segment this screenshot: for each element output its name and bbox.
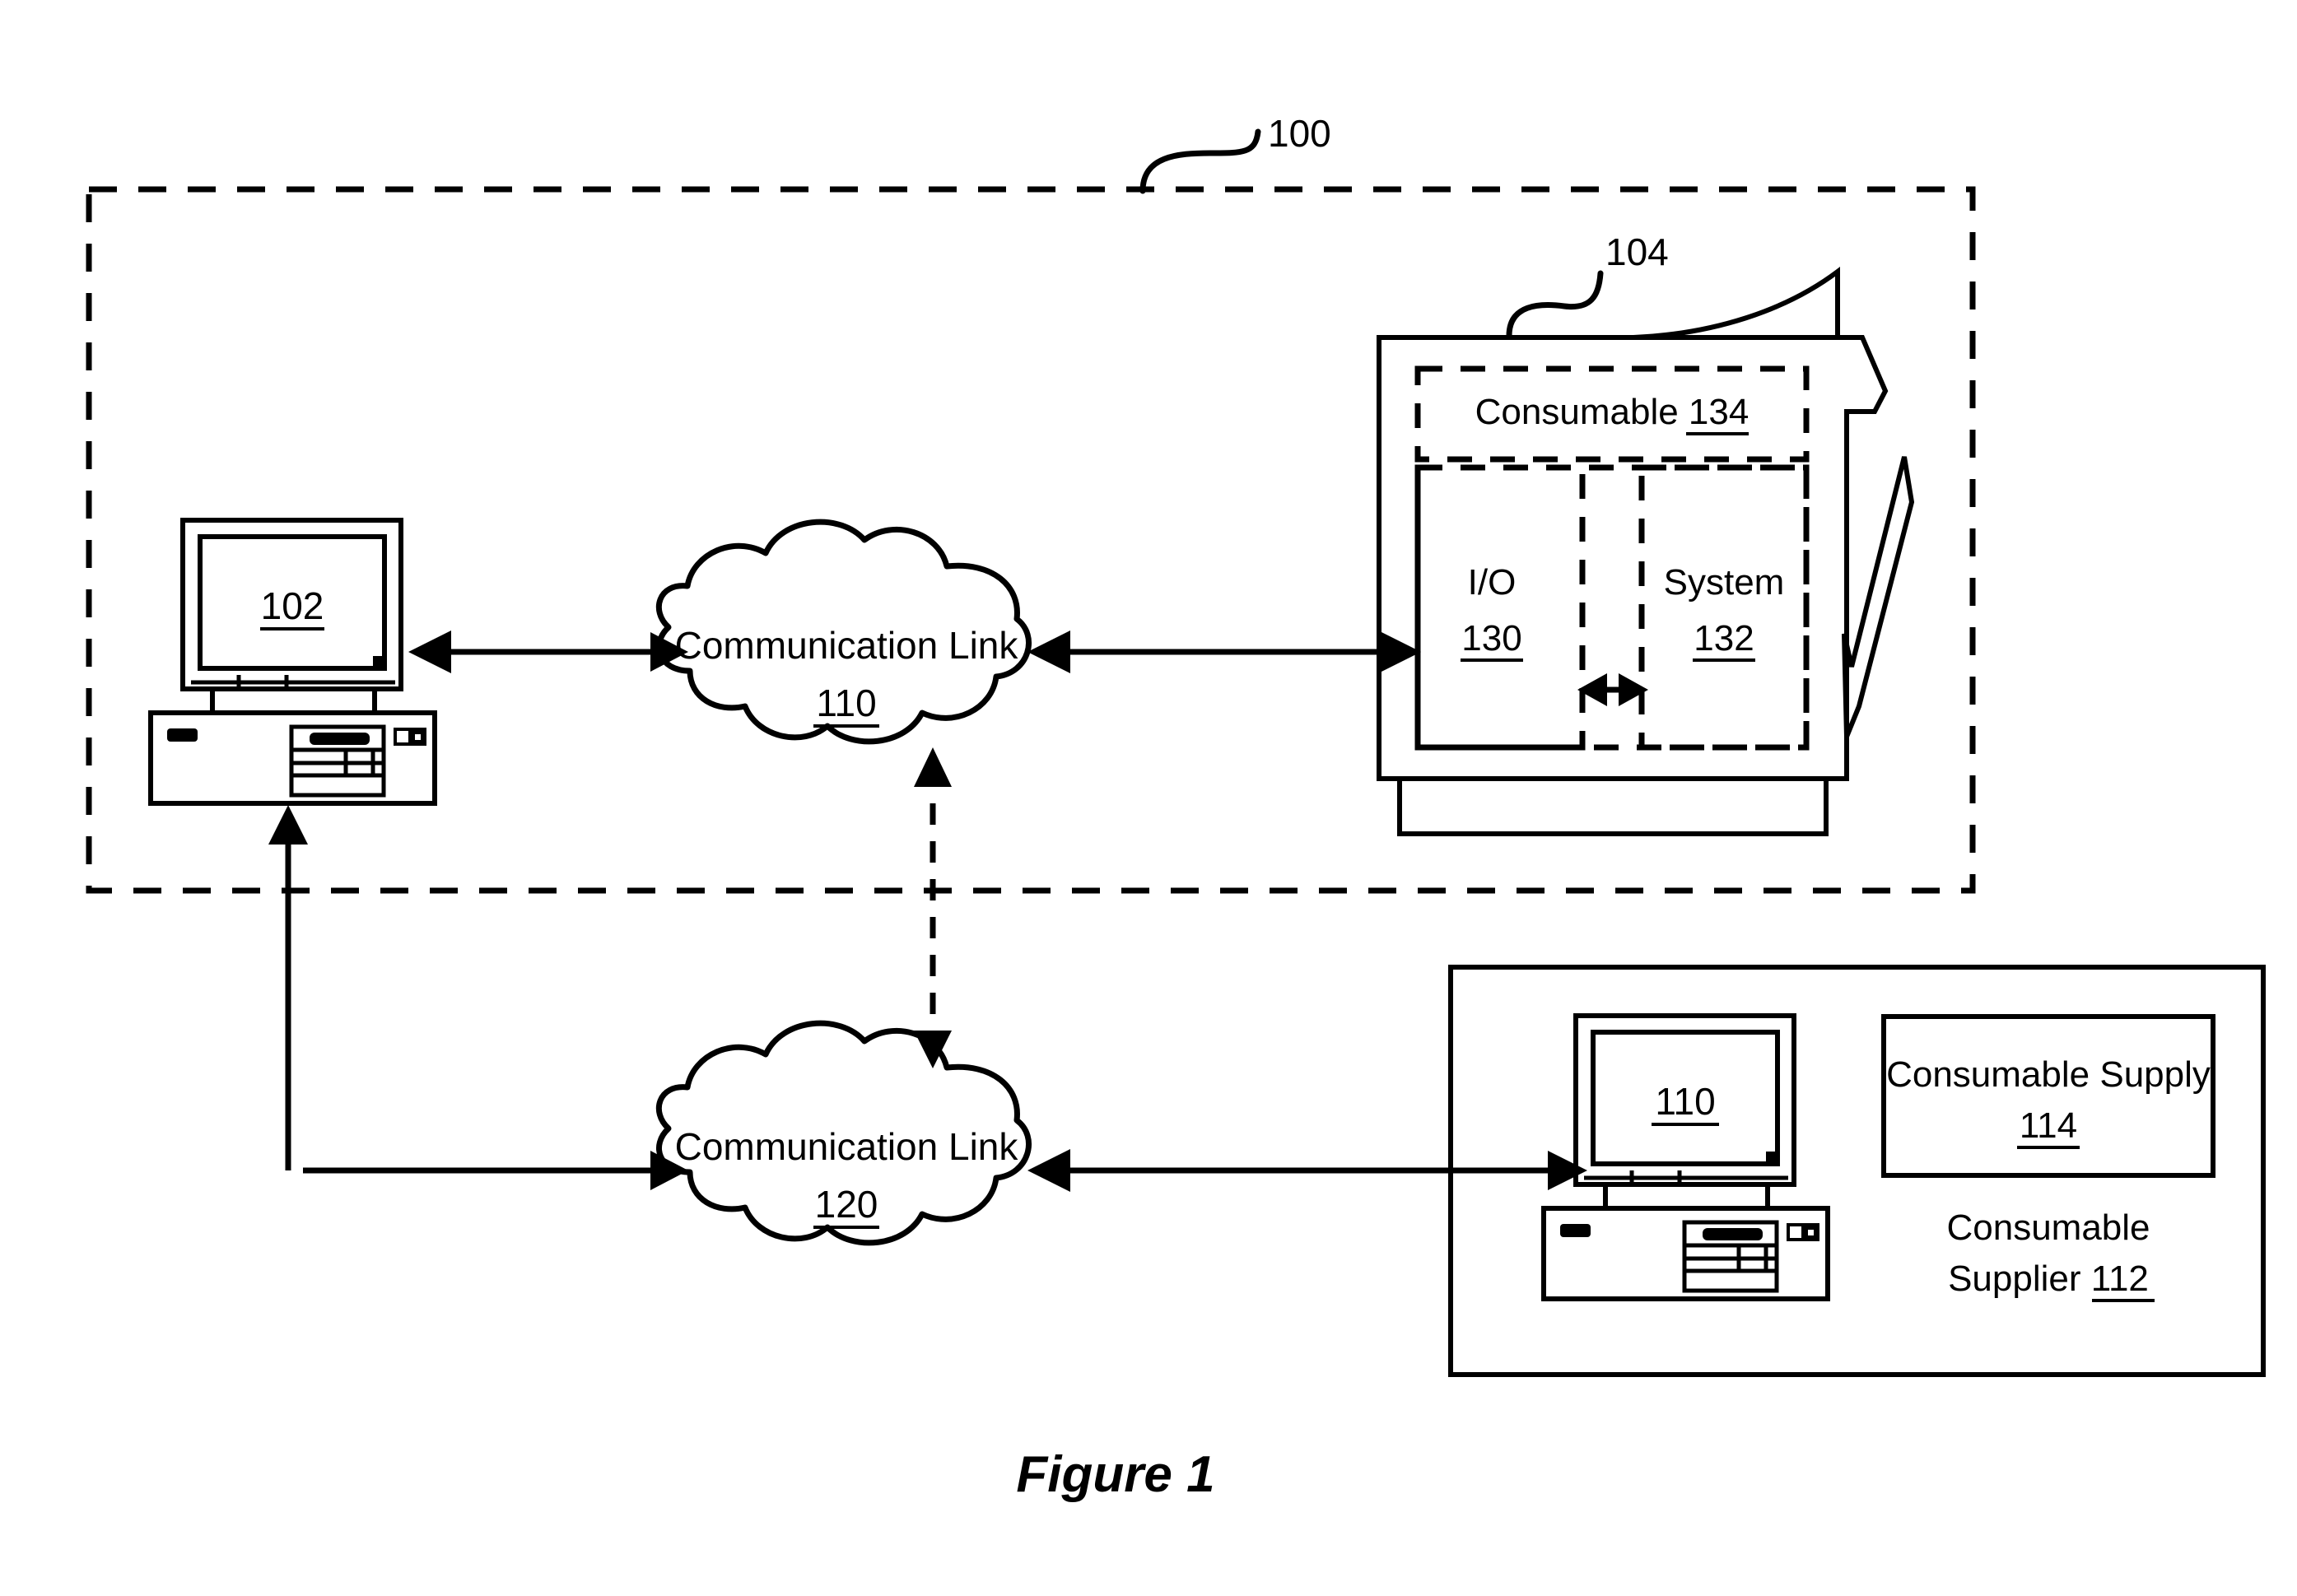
leader-line-104 — [1506, 270, 1604, 339]
workstation-screen-ref: 102 — [261, 584, 324, 627]
tower-badge — [167, 728, 198, 742]
tower-power-button — [397, 731, 408, 742]
arrowhead-up-to-cloud110 — [914, 747, 952, 787]
consumable-supply-box — [1881, 1014, 2215, 1178]
consumable-supplier-ref: 112 — [2091, 1259, 2149, 1299]
system-ref: 132 — [1694, 618, 1754, 658]
supplier-tower-reset-button — [1808, 1230, 1814, 1235]
supplier-tower-drive-lines — [1684, 1243, 1777, 1273]
system-label: System — [1664, 562, 1785, 603]
consumable-label-group: Consumable 134 — [1475, 392, 1750, 432]
supplier-monitor-stand — [1603, 1185, 1770, 1208]
consumable-supplier-name-line2-group: Supplier 112 — [1948, 1259, 2149, 1299]
monitor-power-led — [373, 656, 384, 667]
consumable-supplier-name-line2: Supplier — [1948, 1259, 2080, 1299]
system-ref-label: 100 — [1268, 112, 1331, 155]
io-box — [1414, 464, 1586, 751]
supplier-computer-screen-ref: 110 — [1655, 1080, 1715, 1123]
cloud-110-ref: 110 — [816, 682, 876, 724]
figure-caption: Figure 1 — [1016, 1446, 1214, 1503]
cloud-110-label: Communication Link — [675, 624, 1019, 667]
system-boundary — [86, 186, 1976, 894]
consumable-supplier-name-line1: Consumable — [1946, 1207, 2150, 1248]
consumable-supply-label: Consumable Supply — [1886, 1054, 2211, 1095]
supplier-monitor-power-led — [1766, 1152, 1777, 1162]
patent-figure-1: 102 Communication Link 110 Communication… — [0, 0, 2297, 1596]
figure-canvas: 102 Communication Link 110 Communication… — [86, 112, 2266, 1503]
consumable-label: Consumable — [1475, 392, 1679, 432]
arrow-workstation-to-cloud120 — [285, 826, 673, 1174]
io-label: I/O — [1468, 562, 1517, 603]
consumable-supply-ref: 114 — [2020, 1105, 2077, 1146]
supplier-tower-power-button — [1790, 1226, 1801, 1238]
tower-drive-lines — [291, 747, 384, 778]
io-system-container — [1414, 464, 1810, 751]
printer-ref-label: 104 — [1605, 230, 1669, 273]
arrowhead-to-workstation — [408, 630, 451, 673]
io-ref: 130 — [1461, 618, 1521, 658]
monitor-stand — [210, 690, 377, 713]
arrowhead-to-cloud110-right — [1027, 630, 1070, 673]
consumable-ref: 134 — [1689, 392, 1749, 432]
cloud-120-ref: 120 — [815, 1183, 878, 1226]
leader-line-100 — [1139, 128, 1261, 194]
printer-side-tray — [1842, 456, 1915, 738]
tower-drive-slot — [310, 733, 370, 745]
supplier-tower-badge — [1560, 1224, 1591, 1237]
tower-reset-button — [415, 734, 421, 740]
printer-top-tray — [1633, 267, 1840, 340]
arrowhead-up-to-workstation — [268, 805, 308, 845]
printer-base — [1397, 776, 1829, 836]
cloud-120-label: Communication Link — [675, 1125, 1019, 1168]
supplier-tower-drive-slot — [1703, 1228, 1763, 1240]
system-box — [1638, 464, 1810, 751]
arrowhead-to-cloud120-right — [1027, 1149, 1070, 1192]
